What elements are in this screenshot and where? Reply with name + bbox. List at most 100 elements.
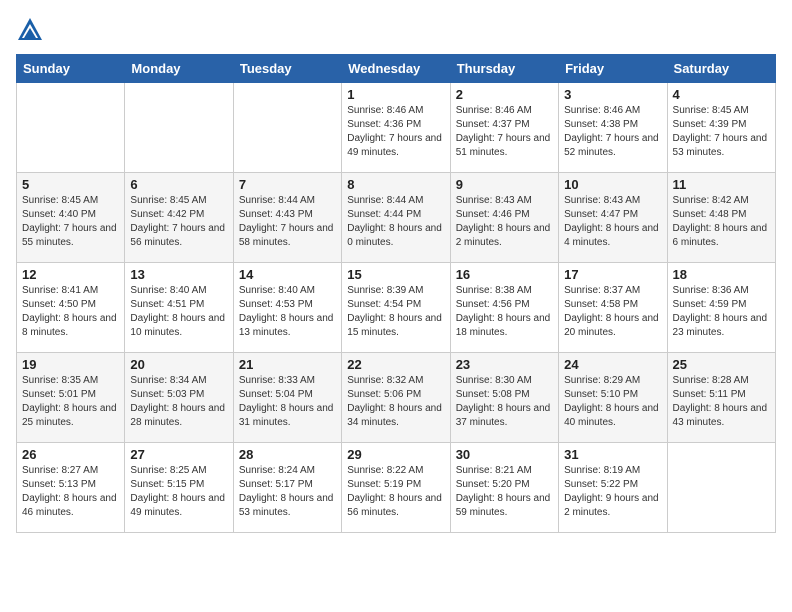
day-info: Sunrise: 8:40 AM Sunset: 4:51 PM Dayligh…	[130, 284, 227, 340]
calendar-cell: 27Sunrise: 8:25 AM Sunset: 5:15 PM Dayli…	[125, 443, 233, 533]
calendar-cell: 20Sunrise: 8:34 AM Sunset: 5:03 PM Dayli…	[125, 353, 233, 443]
day-info: Sunrise: 8:33 AM Sunset: 5:04 PM Dayligh…	[239, 374, 336, 430]
day-info: Sunrise: 8:36 AM Sunset: 4:59 PM Dayligh…	[673, 284, 770, 340]
day-info: Sunrise: 8:45 AM Sunset: 4:39 PM Dayligh…	[673, 104, 770, 160]
day-info: Sunrise: 8:44 AM Sunset: 4:44 PM Dayligh…	[347, 194, 444, 250]
day-number: 17	[564, 267, 661, 282]
calendar-cell: 21Sunrise: 8:33 AM Sunset: 5:04 PM Dayli…	[233, 353, 341, 443]
day-info: Sunrise: 8:46 AM Sunset: 4:37 PM Dayligh…	[456, 104, 553, 160]
calendar-cell: 16 Sunrise: 8:38 AM Sunset: 4:56 PM Dayli…	[450, 263, 558, 353]
day-number: 30	[456, 447, 553, 462]
day-info: Sunrise: 8:25 AM Sunset: 5:15 PM Dayligh…	[130, 464, 227, 520]
col-header-monday: Monday	[125, 55, 233, 83]
calendar-cell: 1Sunrise: 8:46 AM Sunset: 4:36 PM Daylig…	[342, 83, 450, 173]
calendar-cell: 12Sunrise: 8:41 AM Sunset: 4:50 PM Dayli…	[17, 263, 125, 353]
day-number: 10	[564, 177, 661, 192]
day-info: Sunrise: 8:21 AM Sunset: 5:20 PM Dayligh…	[456, 464, 553, 520]
calendar-cell: 17 Sunrise: 8:37 AM Sunset: 4:58 PM Dayli…	[559, 263, 667, 353]
day-number: 15	[347, 267, 444, 282]
calendar-week-row: 19 Sunrise: 8:35 AM Sunset: 5:01 PM Dayli…	[17, 353, 776, 443]
day-number: 16	[456, 267, 553, 282]
day-number: 9	[456, 177, 553, 192]
day-number: 26	[22, 447, 119, 462]
day-number: 25	[673, 357, 770, 372]
day-number: 23	[456, 357, 553, 372]
calendar-week-row: 12Sunrise: 8:41 AM Sunset: 4:50 PM Dayli…	[17, 263, 776, 353]
calendar-week-row: 26Sunrise: 8:27 AM Sunset: 5:13 PM Dayli…	[17, 443, 776, 533]
calendar-cell: 2 Sunrise: 8:46 AM Sunset: 4:37 PM Daylig…	[450, 83, 558, 173]
day-info: Sunrise: 8:19 AM Sunset: 5:22 PM Dayligh…	[564, 464, 661, 520]
page-header	[16, 16, 776, 44]
col-header-wednesday: Wednesday	[342, 55, 450, 83]
day-number: 29	[347, 447, 444, 462]
day-number: 18	[673, 267, 770, 282]
calendar-cell: 11Sunrise: 8:42 AM Sunset: 4:48 PM Dayli…	[667, 173, 775, 263]
calendar-cell: 22 Sunrise: 8:32 AM Sunset: 5:06 PM Dayli…	[342, 353, 450, 443]
calendar-cell: 30 Sunrise: 8:21 AM Sunset: 5:20 PM Dayli…	[450, 443, 558, 533]
day-info: Sunrise: 8:38 AM Sunset: 4:56 PM Dayligh…	[456, 284, 553, 340]
day-number: 13	[130, 267, 227, 282]
day-number: 22	[347, 357, 444, 372]
calendar-cell: 8 Sunrise: 8:44 AM Sunset: 4:44 PM Daylig…	[342, 173, 450, 263]
day-number: 7	[239, 177, 336, 192]
day-info: Sunrise: 8:28 AM Sunset: 5:11 PM Dayligh…	[673, 374, 770, 430]
col-header-friday: Friday	[559, 55, 667, 83]
calendar-cell: 13 Sunrise: 8:40 AM Sunset: 4:51 PM Dayli…	[125, 263, 233, 353]
calendar-cell: 23 Sunrise: 8:30 AM Sunset: 5:08 PM Dayli…	[450, 353, 558, 443]
logo	[16, 16, 44, 44]
calendar-cell: 15 Sunrise: 8:39 AM Sunset: 4:54 PM Dayli…	[342, 263, 450, 353]
calendar-table: SundayMondayTuesdayWednesdayThursdayFrid…	[16, 54, 776, 533]
day-number: 2	[456, 87, 553, 102]
calendar-cell	[17, 83, 125, 173]
calendar-cell: 3 Sunrise: 8:46 AM Sunset: 4:38 PM Daylig…	[559, 83, 667, 173]
calendar-cell: 18 Sunrise: 8:36 AM Sunset: 4:59 PM Dayli…	[667, 263, 775, 353]
day-info: Sunrise: 8:22 AM Sunset: 5:19 PM Dayligh…	[347, 464, 444, 520]
day-info: Sunrise: 8:45 AM Sunset: 4:40 PM Dayligh…	[22, 194, 119, 250]
calendar-cell: 26Sunrise: 8:27 AM Sunset: 5:13 PM Dayli…	[17, 443, 125, 533]
day-number: 14	[239, 267, 336, 282]
day-info: Sunrise: 8:45 AM Sunset: 4:42 PM Dayligh…	[130, 194, 227, 250]
day-info: Sunrise: 8:40 AM Sunset: 4:53 PM Dayligh…	[239, 284, 336, 340]
calendar-cell: 25 Sunrise: 8:28 AM Sunset: 5:11 PM Dayli…	[667, 353, 775, 443]
day-info: Sunrise: 8:44 AM Sunset: 4:43 PM Dayligh…	[239, 194, 336, 250]
day-number: 20	[130, 357, 227, 372]
calendar-week-row: 5 Sunrise: 8:45 AM Sunset: 4:40 PM Daylig…	[17, 173, 776, 263]
day-info: Sunrise: 8:46 AM Sunset: 4:36 PM Dayligh…	[347, 104, 444, 160]
day-info: Sunrise: 8:37 AM Sunset: 4:58 PM Dayligh…	[564, 284, 661, 340]
calendar-cell: 29 Sunrise: 8:22 AM Sunset: 5:19 PM Dayli…	[342, 443, 450, 533]
day-info: Sunrise: 8:43 AM Sunset: 4:47 PM Dayligh…	[564, 194, 661, 250]
calendar-cell	[667, 443, 775, 533]
day-info: Sunrise: 8:29 AM Sunset: 5:10 PM Dayligh…	[564, 374, 661, 430]
col-header-saturday: Saturday	[667, 55, 775, 83]
calendar-cell: 6 Sunrise: 8:45 AM Sunset: 4:42 PM Daylig…	[125, 173, 233, 263]
day-number: 31	[564, 447, 661, 462]
day-info: Sunrise: 8:30 AM Sunset: 5:08 PM Dayligh…	[456, 374, 553, 430]
day-number: 19	[22, 357, 119, 372]
day-number: 28	[239, 447, 336, 462]
day-number: 3	[564, 87, 661, 102]
calendar-cell: 19 Sunrise: 8:35 AM Sunset: 5:01 PM Dayli…	[17, 353, 125, 443]
day-info: Sunrise: 8:43 AM Sunset: 4:46 PM Dayligh…	[456, 194, 553, 250]
day-number: 5	[22, 177, 119, 192]
calendar-cell: 14 Sunrise: 8:40 AM Sunset: 4:53 PM Dayli…	[233, 263, 341, 353]
day-info: Sunrise: 8:42 AM Sunset: 4:48 PM Dayligh…	[673, 194, 770, 250]
logo-icon	[16, 16, 44, 44]
col-header-tuesday: Tuesday	[233, 55, 341, 83]
calendar-cell	[125, 83, 233, 173]
day-info: Sunrise: 8:39 AM Sunset: 4:54 PM Dayligh…	[347, 284, 444, 340]
day-info: Sunrise: 8:24 AM Sunset: 5:17 PM Dayligh…	[239, 464, 336, 520]
day-number: 12	[22, 267, 119, 282]
calendar-cell: 31 Sunrise: 8:19 AM Sunset: 5:22 PM Dayli…	[559, 443, 667, 533]
day-info: Sunrise: 8:46 AM Sunset: 4:38 PM Dayligh…	[564, 104, 661, 160]
calendar-cell: 7 Sunrise: 8:44 AM Sunset: 4:43 PM Daylig…	[233, 173, 341, 263]
calendar-cell	[233, 83, 341, 173]
calendar-cell: 4Sunrise: 8:45 AM Sunset: 4:39 PM Daylig…	[667, 83, 775, 173]
calendar-cell: 10 Sunrise: 8:43 AM Sunset: 4:47 PM Dayli…	[559, 173, 667, 263]
calendar-week-row: 1Sunrise: 8:46 AM Sunset: 4:36 PM Daylig…	[17, 83, 776, 173]
day-number: 6	[130, 177, 227, 192]
calendar-cell: 24Sunrise: 8:29 AM Sunset: 5:10 PM Dayli…	[559, 353, 667, 443]
day-info: Sunrise: 8:35 AM Sunset: 5:01 PM Dayligh…	[22, 374, 119, 430]
day-number: 8	[347, 177, 444, 192]
calendar-header-row: SundayMondayTuesdayWednesdayThursdayFrid…	[17, 55, 776, 83]
day-info: Sunrise: 8:32 AM Sunset: 5:06 PM Dayligh…	[347, 374, 444, 430]
